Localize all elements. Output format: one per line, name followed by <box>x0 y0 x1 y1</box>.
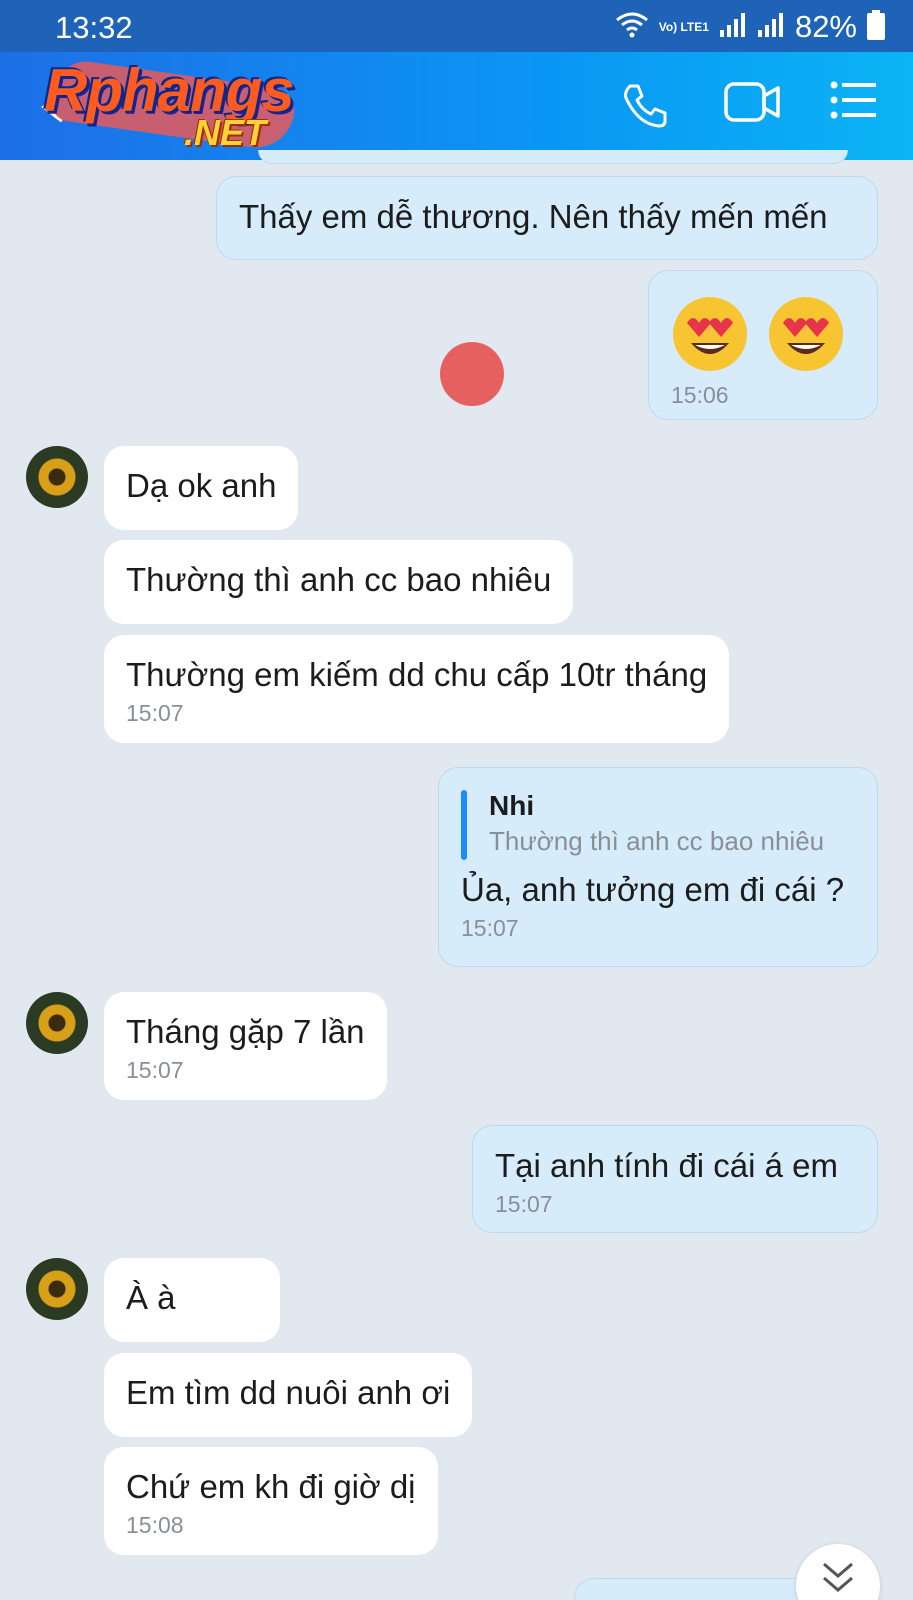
chat-header: Rphangs .NET <box>0 52 913 160</box>
heart-eyes-emoji-icon <box>769 297 843 371</box>
message-time: 15:07 <box>461 915 519 941</box>
message-bubble-sent[interactable]: Thấy em dễ thương. Nên thấy mến mến <box>216 176 878 260</box>
video-icon <box>724 82 780 122</box>
reply-quote[interactable]: Nhi Thường thì anh cc bao nhiêu <box>461 788 855 860</box>
message-text: Tại anh tính đi cái á em <box>495 1147 839 1184</box>
heart-eyes-emoji-icon <box>673 297 747 371</box>
message-bubble-received[interactable]: Em tìm dd nuôi anh ơi <box>104 1353 473 1437</box>
reply-accent-bar <box>461 790 467 860</box>
contact-avatar[interactable] <box>26 992 88 1054</box>
reply-quoted-text: Thường thì anh cc bao nhiêu <box>489 826 825 856</box>
voice-call-button[interactable] <box>620 80 676 132</box>
contact-avatar[interactable] <box>26 446 88 508</box>
status-time: 13:32 <box>55 10 133 45</box>
scroll-to-bottom-button[interactable] <box>796 1544 880 1600</box>
message-time: 15:07 <box>126 700 184 726</box>
message-bubble-received[interactable]: Thường em kiếm dd chu cấp 10tr tháng 15:… <box>104 635 730 743</box>
battery-percent: 82% <box>794 9 857 44</box>
message-text: Tháng gặp 7 lần <box>126 1013 365 1050</box>
status-bar: 13:32 Vo) LTE1 82% <box>0 0 913 52</box>
battery-icon <box>867 9 885 45</box>
message-time: 15:07 <box>126 1057 184 1083</box>
emoji-row <box>671 295 855 373</box>
menu-list-icon <box>830 81 876 119</box>
message-bubble-received[interactable]: Dạ ok anh <box>104 446 299 530</box>
video-call-button[interactable] <box>724 80 780 132</box>
red-dot-marker <box>440 342 504 406</box>
phone-icon <box>624 84 667 128</box>
next-message-partial <box>574 1578 814 1600</box>
message-bubble-received[interactable]: Chứ em kh đi giờ dị 15:08 <box>104 1447 438 1555</box>
message-text: Thấy em dễ thương. Nên thấy mến mến <box>239 198 828 235</box>
double-chevron-down-icon <box>823 1562 853 1592</box>
message-text: Em tìm dd nuôi anh ơi <box>126 1374 451 1411</box>
watermark-logo: Rphangs .NET <box>44 56 334 156</box>
message-text: Thường thì anh cc bao nhiêu <box>126 561 552 598</box>
message-text: Dạ ok anh <box>126 467 277 504</box>
message-time: 15:07 <box>495 1191 553 1217</box>
signal-icon <box>719 12 747 43</box>
previous-message-partial <box>258 150 848 164</box>
message-bubble-received[interactable]: À à <box>104 1258 280 1342</box>
contact-avatar[interactable] <box>26 1258 88 1320</box>
message-text: Chứ em kh đi giờ dị <box>126 1468 416 1505</box>
status-indicators: Vo) LTE1 82% <box>615 8 885 46</box>
message-time: 15:06 <box>671 382 729 408</box>
message-bubble-sent-reply[interactable]: Nhi Thường thì anh cc bao nhiêu Ủa, anh … <box>438 767 878 967</box>
message-bubble-received[interactable]: Tháng gặp 7 lần 15:07 <box>104 992 387 1100</box>
menu-button[interactable] <box>830 80 886 132</box>
reply-sender-name: Nhi <box>489 790 535 821</box>
message-bubble-sent-emoji[interactable]: 15:06 <box>648 270 878 420</box>
message-text: Ủa, anh tưởng em đi cái ? <box>461 871 845 908</box>
signal-icon-2 <box>757 12 785 43</box>
message-bubble-sent[interactable]: Tại anh tính đi cái á em 15:07 <box>472 1125 878 1233</box>
message-text: À à <box>126 1279 176 1316</box>
logo-sub-text: .NET <box>184 112 267 153</box>
volte-label: Vo) LTE1 <box>658 20 709 34</box>
message-time: 15:08 <box>126 1512 184 1538</box>
message-bubble-received[interactable]: Thường thì anh cc bao nhiêu <box>104 540 574 624</box>
wifi-icon <box>615 10 649 45</box>
message-text: Thường em kiếm dd chu cấp 10tr tháng <box>126 656 708 693</box>
